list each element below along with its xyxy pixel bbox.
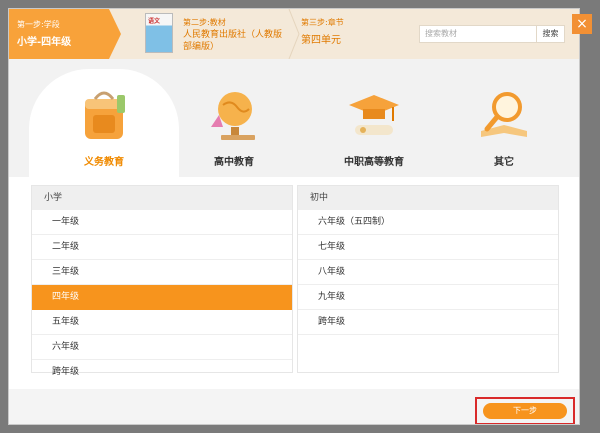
tab-compulsory-education[interactable]: 义务教育 xyxy=(39,69,169,177)
primary-grade-list: 小学 一年级 二年级 三年级 四年级 五年级 六年级 跨年级 xyxy=(31,185,293,377)
list-item[interactable]: 六年级 xyxy=(32,335,292,360)
list-header: 小学 xyxy=(32,186,292,210)
list-item[interactable]: 三年级 xyxy=(32,260,292,285)
step3-value: 第四单元 xyxy=(301,35,341,46)
tab-label: 中职高等教育 xyxy=(344,157,404,168)
tab-high-school[interactable]: 高中教育 xyxy=(169,69,299,177)
tab-label: 其它 xyxy=(494,157,514,168)
list-item-selected[interactable]: 四年级 xyxy=(32,285,292,310)
list-item[interactable]: 八年级 xyxy=(298,260,558,285)
tab-label: 高中教育 xyxy=(214,157,254,168)
middle-school-grade-list: 初中 六年级（五四制） 七年级 八年级 九年级 跨年级 xyxy=(297,185,559,373)
backpack-icon xyxy=(85,91,125,139)
book-cover-icon: 语文 xyxy=(145,13,173,53)
list-header: 初中 xyxy=(298,186,558,210)
step3-label: 第三步:章节 xyxy=(301,18,344,27)
step2-value: 人民教育出版社（人教版部编版） xyxy=(183,30,283,52)
textbook-dialog: 第一步:学段 小学-四年级 语文 第二步:教材 人民教育出版社（人教版部编版） … xyxy=(8,8,580,425)
grade-panels: 小学 一年级 二年级 三年级 四年级 五年级 六年级 跨年级 初中 六年级（五四… xyxy=(9,177,579,389)
step-header: 第一步:学段 小学-四年级 语文 第二步:教材 人民教育出版社（人教版部编版） … xyxy=(9,9,579,59)
list-item[interactable]: 七年级 xyxy=(298,235,558,260)
step2-tab[interactable]: 第二步:教材 人民教育出版社（人教版部编版） xyxy=(183,17,283,53)
list-item[interactable]: 二年级 xyxy=(32,235,292,260)
list-item[interactable]: 五年级 xyxy=(32,310,292,335)
book-cover-title: 语文 xyxy=(148,18,161,25)
tab-vocational-higher-education[interactable]: 中职高等教育 xyxy=(309,69,439,177)
step1-label: 第一步:学段 xyxy=(17,20,60,29)
list-item[interactable]: 六年级（五四制） xyxy=(298,210,558,235)
magnifier-book-icon xyxy=(481,92,527,137)
list-item[interactable]: 跨年级 xyxy=(32,360,292,384)
chevron-right-icon xyxy=(288,9,300,59)
next-button-highlight: 下一步 xyxy=(475,397,575,424)
tab-other[interactable]: 其它 xyxy=(439,69,569,177)
tab-label: 义务教育 xyxy=(84,157,124,168)
dialog-footer: 下一步 xyxy=(9,389,579,424)
search-input[interactable]: 搜索教材 xyxy=(419,25,537,43)
step1-tab[interactable]: 第一步:学段 小学-四年级 xyxy=(9,9,121,59)
list-item[interactable]: 跨年级 xyxy=(298,310,558,335)
next-button[interactable]: 下一步 xyxy=(483,403,567,419)
step2-label: 第二步:教材 xyxy=(183,18,226,27)
close-icon[interactable]: × xyxy=(572,14,592,34)
list-item[interactable]: 一年级 xyxy=(32,210,292,235)
step3-tab[interactable]: 第三步:章节 第四单元 xyxy=(301,17,344,46)
list-item[interactable]: 九年级 xyxy=(298,285,558,310)
step1-value: 小学-四年级 xyxy=(17,37,72,48)
search-button[interactable]: 搜索 xyxy=(537,25,565,43)
graduation-cap-icon xyxy=(349,95,399,135)
globe-icon xyxy=(211,92,255,140)
category-tabs: 义务教育 高中教育 中职高等教育 其它 xyxy=(9,69,579,177)
